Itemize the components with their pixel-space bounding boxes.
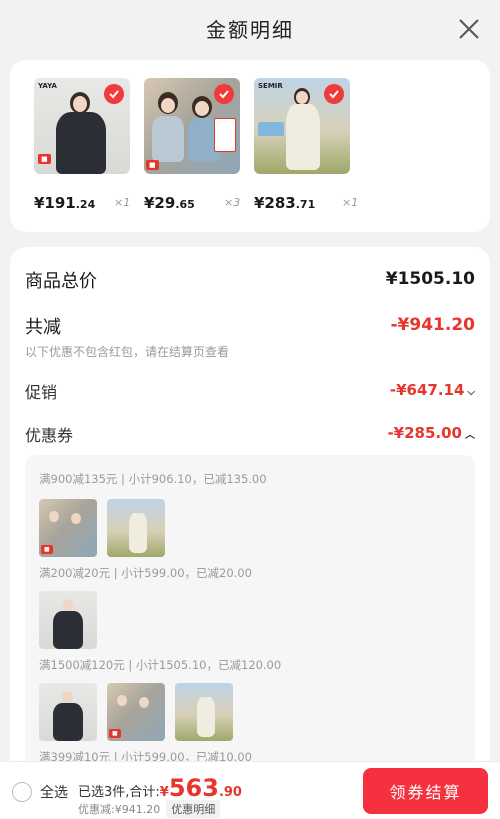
product-price-decimal: .65: [175, 198, 195, 211]
check-icon[interactable]: [324, 84, 344, 104]
promo-badge: ■: [38, 154, 51, 164]
promo-row[interactable]: 促销 -¥647.14 ⌵: [25, 379, 475, 407]
product-quantity: ×1: [114, 196, 131, 209]
product-thumbnail: [39, 683, 97, 741]
product-price-decimal: .71: [295, 198, 316, 211]
subtotal-value: ¥1505.10: [385, 269, 475, 289]
header: 金额明细: [0, 0, 500, 60]
total-price: ¥563.90: [159, 774, 242, 802]
coupon-rule: 满200减20元 | 小计599.00，已减20.00: [39, 566, 252, 580]
product-quantity: ×1: [342, 196, 359, 209]
brand-logo: YAYA: [38, 82, 57, 90]
product-thumbnail: [175, 683, 233, 741]
product-thumbnail: ■: [107, 683, 165, 741]
product-item[interactable]: SEMIR ¥283.71 ×1: [254, 78, 358, 212]
chevron-down-icon[interactable]: ⌵: [467, 387, 475, 398]
select-all-radio[interactable]: [12, 782, 32, 802]
checkout-button[interactable]: 领券结算: [363, 768, 488, 814]
check-icon[interactable]: [104, 84, 124, 104]
discount-note: 以下优惠不包含红包，请在结算页查看: [25, 345, 230, 359]
product-image: YAYA ■: [34, 78, 130, 174]
discount-detail-button[interactable]: 优惠明细: [166, 800, 221, 818]
close-icon[interactable]: [456, 16, 482, 42]
brand-logo: SEMIR: [258, 82, 283, 90]
coupon-label: 优惠券: [25, 426, 74, 445]
subtotal-row: 商品总价 ¥1505.10: [25, 267, 475, 295]
select-all-label[interactable]: 全选: [40, 782, 68, 802]
promo-label: 促销: [25, 383, 58, 402]
coupon-rule: 满1500减120元 | 小计1505.10，已减120.00: [39, 658, 282, 672]
discount-label: 共减: [25, 317, 61, 338]
total-discount: 优惠减:¥941.20: [78, 803, 161, 816]
product-quantity: ×3: [224, 196, 241, 209]
product-price: ¥191: [34, 194, 76, 212]
price-summary: 商品总价 ¥1505.10 共减 -¥941.20 以下优惠不包含红包，请在结算…: [10, 247, 490, 819]
discount-value: -¥941.20: [390, 315, 476, 335]
product-price-decimal: .24: [75, 198, 96, 211]
product-item[interactable]: ■ ¥29.65 ×3: [144, 78, 240, 212]
product-card: YAYA ■ ¥191.24 ×1 ■ ¥29.65 ×3 SEMIR ¥283…: [10, 60, 490, 232]
checkout-bar: 全选 已选3件,合计:¥563.90 优惠减:¥941.20 优惠明细 领券结算: [0, 761, 500, 819]
product-thumbnail: ■: [39, 499, 97, 557]
subtotal-label: 商品总价: [25, 271, 97, 292]
product-image: SEMIR: [254, 78, 350, 174]
product-price: ¥283: [254, 194, 296, 212]
promo-badge: ■: [146, 160, 159, 170]
product-price: ¥29: [144, 194, 176, 212]
product-item[interactable]: YAYA ■ ¥191.24 ×1: [34, 78, 130, 212]
page-title: 金额明细: [206, 18, 294, 42]
product-image: ■: [144, 78, 240, 174]
chevron-up-icon[interactable]: ︿: [465, 430, 475, 441]
coupon-rule: 满900减135元 | 小计906.10，已减135.00: [39, 472, 267, 486]
product-thumbnail: [107, 499, 165, 557]
product-thumbnail: [39, 591, 97, 649]
promo-value: -¥647.14: [389, 381, 465, 399]
coupon-value: -¥285.00: [387, 424, 462, 442]
selected-count: 已选3件,合计:: [78, 785, 160, 800]
check-icon[interactable]: [214, 84, 234, 104]
coupon-row[interactable]: 优惠券 -¥285.00 ︿: [25, 422, 475, 450]
discount-row: 共减 -¥941.20: [25, 313, 475, 341]
